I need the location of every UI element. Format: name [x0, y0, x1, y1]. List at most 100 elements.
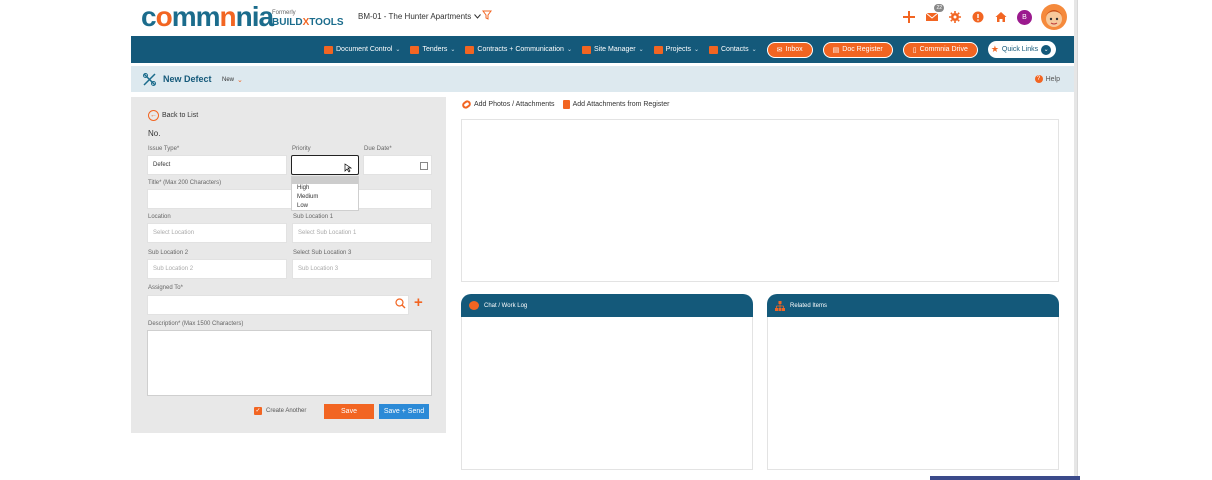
nav-projects[interactable]: Projects ⌄	[653, 45, 699, 54]
priority-dropdown-list: High Medium Low	[291, 176, 359, 211]
paperclip-icon	[460, 99, 473, 110]
back-to-list-link[interactable]: ← Back to List	[148, 110, 198, 121]
chevron-down-icon: ⌄	[237, 77, 243, 84]
priority-option-high[interactable]: High	[292, 184, 358, 193]
add-photos-label: Add Photos / Attachments	[474, 101, 555, 108]
defect-number-label: No.	[148, 129, 161, 138]
nav-label: Contracts + Communication	[477, 46, 564, 53]
logo-part: BUILD	[272, 17, 303, 28]
help-link[interactable]: ? Help	[1034, 75, 1060, 83]
chevron-down-icon: ⌄	[450, 47, 456, 53]
main-nav: Document Control ⌄ Tenders ⌄ Contracts + C…	[131, 36, 1077, 63]
search-user-icon[interactable]	[395, 297, 406, 309]
envelope-icon	[465, 45, 475, 54]
chevron-down-icon: ⌄	[566, 47, 572, 53]
assigned-tools: +	[395, 295, 423, 310]
chevron-down-icon: ⌄	[751, 47, 757, 53]
issue-type-select[interactable]: Defect	[147, 155, 287, 175]
related-panel-title: Related Items	[790, 302, 828, 309]
hierarchy-icon	[775, 300, 785, 311]
nav-site-manager[interactable]: Site Manager ⌄	[582, 45, 644, 54]
register-icon	[562, 100, 570, 109]
outer-background	[1077, 0, 1212, 480]
add-photos-link[interactable]: Add Photos / Attachments	[460, 99, 555, 110]
nav-document-control[interactable]: Document Control ⌄	[324, 45, 401, 54]
chat-work-log-panel: Chat / Work Log	[461, 294, 753, 470]
priority-option-medium[interactable]: Medium	[292, 193, 358, 202]
register-icon: ▤	[832, 46, 840, 54]
page-header: New Defect New ⌄ ? Help	[131, 66, 1077, 92]
nav-contacts[interactable]: Contacts ⌄	[709, 45, 757, 54]
nav-label: Tenders	[422, 46, 448, 53]
folder-icon	[324, 45, 333, 54]
priority-option-empty[interactable]	[292, 177, 358, 184]
title-label: Title* (Max 200 Characters)	[148, 180, 222, 186]
save-button[interactable]: Save	[324, 404, 374, 419]
chat-panel-title: Chat / Work Log	[484, 302, 528, 309]
button-label: Commnia Drive	[919, 46, 968, 53]
save-send-button[interactable]: Save + Send	[379, 404, 429, 419]
button-label: Doc Register	[842, 46, 883, 53]
attachments-dropzone[interactable]	[461, 119, 1059, 282]
mail-icon[interactable]: 22	[925, 4, 944, 24]
assigned-to-input[interactable]	[147, 295, 409, 315]
top-icons: 22 B	[902, 4, 1067, 30]
people-icon	[582, 45, 591, 54]
chat-panel-header: Chat / Work Log	[461, 294, 753, 317]
sub-location-3-label: Select Sub Location 3	[293, 250, 352, 256]
taskbar-strip	[930, 476, 1080, 480]
commnia-logo[interactable]: commnnia	[141, 1, 274, 32]
contacts-icon	[709, 45, 718, 54]
chevron-down-icon: ⌄	[1041, 44, 1052, 55]
logo-part: o	[155, 1, 173, 32]
alert-icon[interactable]	[971, 10, 985, 24]
page-title: New Defect	[163, 74, 212, 84]
logo-part: TOOLS	[309, 17, 344, 28]
top-bar: commnnia Formerly BUILDXTOOLS BM-01 - Th…	[131, 0, 1077, 36]
sub-location-3-select[interactable]: Sub Location 3	[292, 259, 432, 279]
sub-location-1-select[interactable]: Select Sub Location 1	[292, 223, 432, 243]
calendar-icon[interactable]	[420, 162, 428, 170]
create-another-checkbox[interactable]: ✓ Create Another	[254, 407, 306, 415]
add-register-label: Add Attachments from Register	[572, 101, 670, 108]
avatar-face-icon	[1045, 10, 1063, 27]
location-label: Location	[148, 214, 171, 220]
sub-location-2-select[interactable]: Sub Location 2	[147, 259, 287, 279]
inbox-button[interactable]: ✉ Inbox	[766, 41, 813, 58]
add-icon[interactable]	[902, 10, 916, 24]
home-icon[interactable]	[994, 10, 1008, 24]
logo-part: c	[141, 1, 157, 32]
gear-icon[interactable]	[948, 10, 962, 24]
project-selector[interactable]: BM-01 - The Hunter Apartments	[358, 12, 482, 21]
quick-links-button[interactable]: ★ Quick Links ⌄	[987, 41, 1057, 58]
user-avatar[interactable]	[1041, 4, 1067, 30]
issue-type-label: Issue Type*	[148, 146, 180, 152]
status-dropdown[interactable]: New ⌄	[222, 76, 243, 84]
doc-register-button[interactable]: ▤ Doc Register	[822, 41, 893, 58]
description-textarea[interactable]	[147, 330, 432, 396]
user-initial-badge[interactable]: B	[1017, 9, 1032, 25]
related-panel-header: Related Items	[767, 294, 1059, 317]
nav-label: Projects	[665, 46, 691, 53]
priority-option-low[interactable]: Low	[292, 202, 358, 211]
nav-label: Site Manager	[594, 46, 636, 53]
chevron-down-icon: ⌄	[638, 47, 644, 53]
drive-icon: ▯	[912, 46, 917, 54]
nav-contracts[interactable]: Contracts + Communication ⌄	[465, 45, 572, 54]
title-input[interactable]	[147, 189, 432, 209]
status-label: New	[222, 77, 235, 83]
chat-icon	[469, 301, 479, 310]
add-from-register-link[interactable]: Add Attachments from Register	[562, 100, 670, 109]
nav-items: Document Control ⌄ Tenders ⌄ Contracts + C…	[324, 36, 1057, 63]
due-date-field[interactable]	[363, 155, 432, 175]
add-assignee-icon[interactable]: +	[414, 295, 423, 310]
button-label: Quick Links	[1001, 46, 1039, 53]
formerly-label: Formerly	[272, 10, 296, 16]
commnia-drive-button[interactable]: ▯ Commnia Drive	[902, 41, 978, 58]
chevron-down-icon: ⌄	[395, 47, 401, 53]
nav-label: Document Control	[336, 46, 393, 53]
projects-icon	[653, 45, 663, 54]
nav-tenders[interactable]: Tenders ⌄	[410, 45, 456, 54]
location-select[interactable]: Select Location	[147, 223, 287, 243]
filter-icon[interactable]	[482, 10, 492, 20]
